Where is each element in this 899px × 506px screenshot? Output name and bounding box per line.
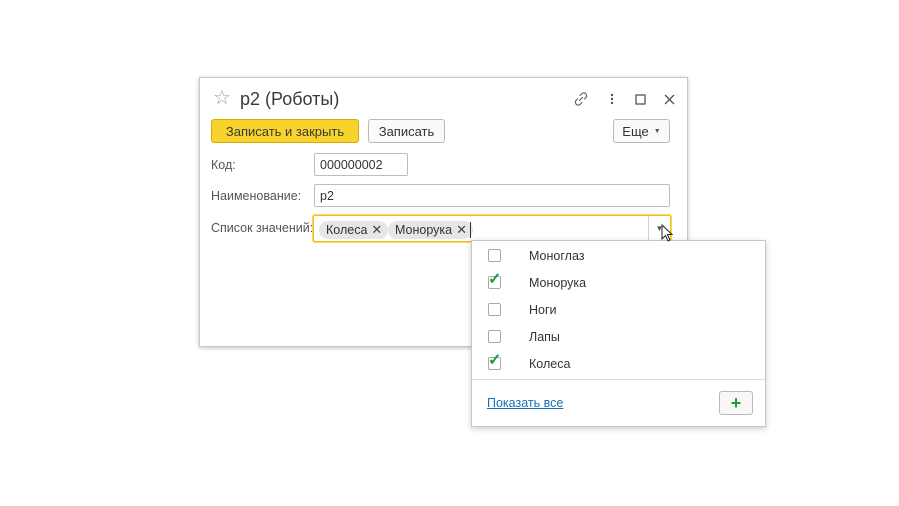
value-dropdown: Моноглаз ✓ Монорука Ноги Лапы ✓ Колеса П… (471, 240, 766, 427)
save-button[interactable]: Записать (368, 119, 445, 143)
code-field[interactable]: 000000002 (314, 153, 408, 176)
more-button-label: Еще (622, 123, 649, 139)
more-icon[interactable] (602, 89, 622, 109)
chip-label: Колеса (326, 223, 368, 237)
item-label: Лапы (529, 329, 560, 344)
item-label: Колеса (529, 356, 571, 371)
mouse-pointer-icon (661, 224, 673, 242)
checkbox[interactable] (488, 330, 501, 343)
link-icon[interactable] (571, 89, 591, 109)
checkbox[interactable]: ✓ (488, 272, 501, 289)
chevron-down-icon: ▼ (653, 127, 661, 135)
save-and-close-button[interactable]: Записать и закрыть (211, 119, 359, 143)
chip-label: Монорука (395, 223, 453, 237)
chip-koleса: Колеса ✕ (319, 221, 389, 239)
name-label: Наименование: (211, 189, 302, 203)
item-label: Моноглаз (529, 248, 585, 263)
plus-icon: + (730, 392, 742, 413)
divider (472, 379, 765, 380)
chip-monoruka: Монорука ✕ (388, 221, 474, 239)
code-label: Код: (211, 158, 236, 172)
item-label: Монорука (529, 275, 587, 290)
checkbox[interactable] (488, 249, 501, 262)
show-all-link[interactable]: Показать все (487, 396, 563, 410)
check-icon: ✓ (488, 352, 502, 369)
remove-icon[interactable]: ✕ (456, 222, 467, 238)
add-button[interactable]: + (719, 391, 753, 415)
code-value: 000000002 (320, 157, 383, 172)
more-button[interactable]: Еще ▼ (613, 119, 670, 143)
checkbox[interactable]: ✓ (488, 353, 501, 370)
list-item[interactable]: Ноги (472, 296, 765, 323)
item-label: Ноги (529, 302, 557, 317)
value-list-field[interactable]: Колеса ✕ Монорука ✕ ▼ (313, 215, 671, 242)
checkbox[interactable] (488, 303, 501, 316)
name-field[interactable]: р2 (314, 184, 670, 207)
list-item[interactable]: ✓ Колеса (472, 350, 765, 377)
maximize-icon[interactable] (630, 89, 650, 109)
list-item[interactable]: Лапы (472, 323, 765, 350)
name-value: р2 (320, 188, 334, 203)
text-cursor (470, 222, 471, 238)
remove-icon[interactable]: ✕ (371, 222, 382, 238)
window-title: р2 (Роботы) (240, 89, 340, 109)
check-icon: ✓ (488, 271, 502, 288)
list-label: Список значений: (211, 221, 314, 235)
list-item[interactable]: Моноглаз (472, 242, 765, 269)
title-bar: ☆ р2 (Роботы) (200, 78, 687, 120)
close-icon[interactable] (659, 89, 679, 109)
list-item[interactable]: ✓ Монорука (472, 269, 765, 296)
star-icon[interactable]: ☆ (213, 88, 231, 108)
